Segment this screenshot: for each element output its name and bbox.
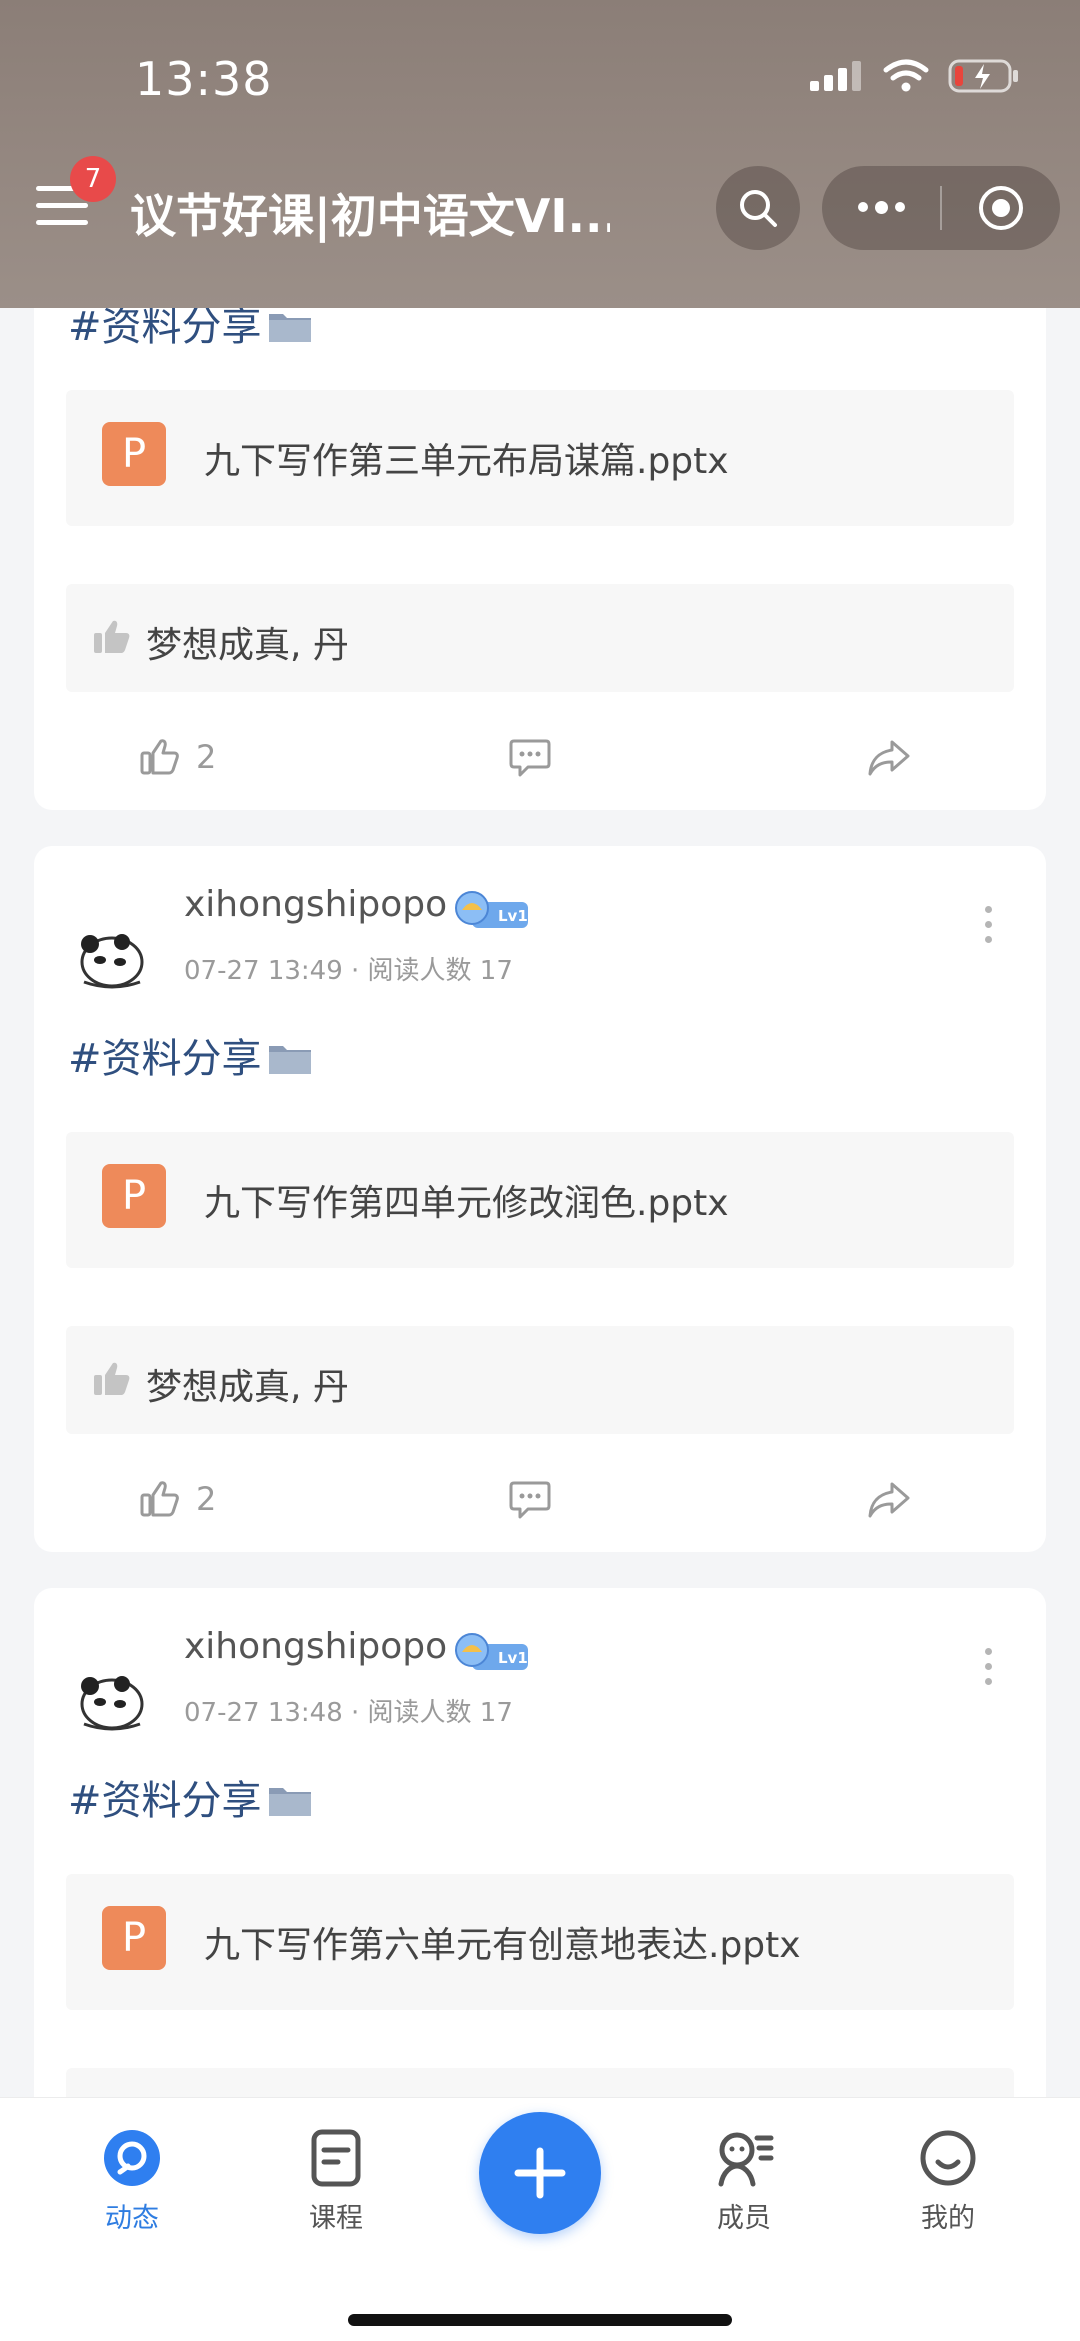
nav-label: 动态 — [105, 2203, 159, 2234]
post-card[interactable]: xihongshipopo Lv1 07-27 13:48 · 阅读人数 17 … — [34, 1588, 1046, 2176]
nav-label: 课程 — [309, 2203, 363, 2234]
more-dots-icon — [857, 200, 905, 214]
nav-item-course[interactable]: 课程 — [266, 2128, 406, 2235]
members-icon — [718, 2132, 774, 2187]
avatar[interactable] — [70, 1658, 150, 1738]
ppt-file-icon: P — [102, 1164, 166, 1228]
bottom-nav: 动态 课程 成员 我的 — [0, 2097, 1080, 2341]
author-name[interactable]: xihongshipopo — [184, 884, 447, 925]
more-options-button[interactable] — [976, 906, 1000, 943]
likers-list: 梦想成真, 丹 — [66, 584, 1014, 692]
post-card[interactable]: xihongshipopo Lv1 07-27 13:49 · 阅读人数 17 … — [34, 846, 1046, 1552]
mini-program-capsule — [822, 166, 1060, 250]
file-name: 九下写作第六单元有创意地表达.pptx — [204, 1925, 801, 1966]
share-button[interactable] — [866, 738, 912, 782]
nav-item-profile[interactable]: 我的 — [878, 2128, 1018, 2235]
notification-badge: 7 — [70, 156, 116, 202]
post-tag[interactable]: #资料分享 — [68, 1026, 314, 1084]
feed-icon — [104, 2130, 160, 2186]
folder-icon — [268, 1046, 311, 1074]
more-menu-button[interactable] — [822, 166, 940, 250]
folder-icon — [268, 1788, 311, 1816]
nav-item-feed[interactable]: 动态 — [62, 2128, 202, 2235]
post-tag[interactable]: #资料分享 — [68, 1768, 314, 1826]
share-button[interactable] — [866, 1480, 912, 1524]
comment-icon — [509, 1481, 551, 1519]
ppt-file-icon: P — [102, 422, 166, 486]
like-button[interactable]: 2 — [140, 738, 216, 776]
share-icon — [868, 740, 910, 776]
avatar[interactable] — [70, 916, 150, 996]
comment-button[interactable] — [508, 1480, 552, 1524]
like-count: 2 — [196, 738, 217, 776]
file-name: 九下写作第三单元布局谋篇.pptx — [204, 441, 729, 482]
attachment-file[interactable]: P 九下写作第四单元修改润色.pptx — [66, 1132, 1014, 1268]
status-time: 13:38 — [135, 52, 273, 106]
thumbs-up-icon — [140, 739, 179, 775]
likers-text: 梦想成真, 丹 — [146, 625, 349, 666]
close-mini-program-button[interactable] — [942, 166, 1060, 250]
likers-list: 梦想成真, 丹 — [66, 1326, 1014, 1434]
nav-label: 成员 — [717, 2203, 771, 2234]
wifi-icon — [883, 59, 929, 92]
more-options-button[interactable] — [976, 1648, 1000, 1685]
attachment-file[interactable]: P 九下写作第六单元有创意地表达.pptx — [66, 1874, 1014, 2010]
status-icons — [808, 58, 1020, 94]
page-title: 议节好课|初中语文VI... — [130, 189, 610, 243]
level-badge: Lv1 — [455, 891, 528, 928]
signal-icon — [810, 61, 861, 91]
course-icon — [311, 2129, 361, 2187]
post-actions: 2 — [34, 726, 1046, 796]
post-meta: 07-27 13:48 · 阅读人数 17 — [184, 1698, 513, 1728]
comment-button[interactable] — [508, 738, 552, 782]
search-icon — [740, 190, 777, 227]
target-icon — [979, 186, 1023, 230]
post-card[interactable]: #资料分享 P 九下写作第三单元布局谋篇.pptx 梦想成真, 丹 2 — [34, 250, 1046, 810]
battery-icon — [948, 59, 1018, 93]
thumbs-up-filled-icon — [94, 1362, 130, 1395]
post-meta: 07-27 13:49 · 阅读人数 17 — [184, 956, 513, 986]
create-post-button[interactable] — [479, 2112, 601, 2234]
nav-item-members[interactable]: 成员 — [674, 2128, 814, 2235]
likers-text: 梦想成真, 丹 — [146, 1367, 349, 1408]
home-indicator[interactable] — [348, 2314, 732, 2326]
nav-label: 我的 — [921, 2203, 975, 2234]
like-count: 2 — [196, 1480, 217, 1518]
comment-icon — [509, 739, 551, 777]
author-name[interactable]: xihongshipopo — [184, 1626, 447, 1667]
search-button[interactable] — [716, 166, 800, 250]
svg-text:Lv1: Lv1 — [498, 907, 528, 925]
like-button[interactable]: 2 — [140, 1480, 216, 1518]
ppt-file-icon: P — [102, 1906, 166, 1970]
svg-text:Lv1: Lv1 — [498, 1649, 528, 1667]
attachment-file[interactable]: P 九下写作第三单元布局谋篇.pptx — [66, 390, 1014, 526]
post-actions: 2 — [34, 1468, 1046, 1538]
share-icon — [868, 1482, 910, 1518]
app-header: 13:38 7 议节好课|初中语文VI... — [0, 0, 1080, 308]
plus-icon — [514, 2147, 566, 2199]
thumbs-up-icon — [140, 1481, 179, 1517]
level-badge: Lv1 — [455, 1633, 528, 1670]
file-name: 九下写作第四单元修改润色.pptx — [204, 1183, 729, 1224]
folder-icon — [268, 314, 311, 342]
profile-icon — [920, 2130, 976, 2186]
thumbs-up-filled-icon — [94, 620, 130, 653]
